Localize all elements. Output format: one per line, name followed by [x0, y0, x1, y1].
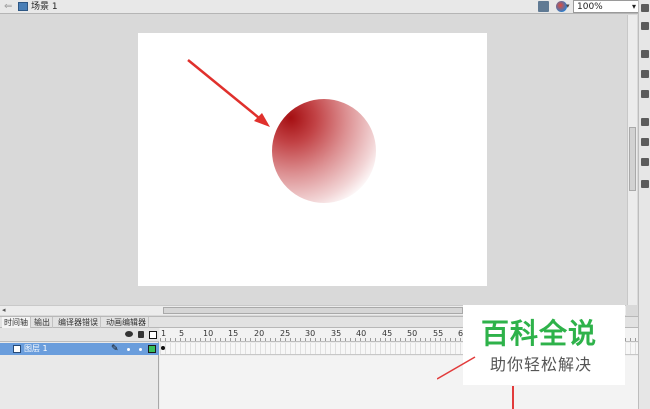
scene-icon [18, 2, 28, 11]
tab-timeline[interactable]: 时间轴 [2, 317, 31, 328]
layer-icon [13, 345, 21, 353]
edit-bar: ⇐ 场景 1 ▾ 100% ▾ [0, 0, 650, 14]
tool-icon[interactable] [641, 90, 649, 98]
tool-icon[interactable] [641, 50, 649, 58]
stage-canvas[interactable] [138, 33, 487, 286]
tool-icon[interactable] [641, 138, 649, 146]
frame-number: 50 [407, 329, 418, 338]
back-arrow-icon[interactable]: ⇐ [4, 1, 12, 12]
tool-icon[interactable] [641, 70, 649, 78]
layer-list: 图层 1 ✎ [0, 328, 159, 409]
tool-icon[interactable] [641, 22, 649, 30]
pointer-arrow [187, 59, 265, 123]
frame-number: 55 [433, 329, 444, 338]
tab-output[interactable]: 输出 [32, 317, 53, 328]
frame-number: 10 [203, 329, 214, 338]
edit-scene-icon[interactable] [538, 1, 549, 12]
scroll-left-icon[interactable]: ◂ [2, 306, 6, 315]
stage-artwork [187, 59, 376, 203]
tool-icon[interactable] [641, 4, 649, 12]
watermark-title: 百科全说 [481, 317, 598, 350]
zoom-select[interactable]: 100% ▾ [573, 0, 639, 13]
decorative-red-line [512, 386, 514, 409]
gradient-circle [272, 99, 376, 203]
tool-icon[interactable] [641, 158, 649, 166]
watermark-subtitle: 助你轻松解决 [490, 355, 593, 374]
vertical-scrollbar[interactable] [627, 15, 637, 305]
frame-number: 45 [382, 329, 393, 338]
tab-compiler-errors[interactable]: 编译器错误 [56, 317, 101, 328]
layer-header [0, 328, 159, 342]
layer-row[interactable]: 图层 1 ✎ [0, 343, 159, 355]
lock-icon[interactable] [138, 331, 144, 338]
tool-icon[interactable] [641, 180, 649, 188]
frame-number: 1 [161, 329, 167, 338]
outline-color-icon[interactable] [148, 345, 156, 353]
watermark: 百科全说 助你轻松解决 [463, 305, 625, 385]
frame-number: 15 [228, 329, 239, 338]
visibility-dot[interactable] [127, 348, 130, 351]
lock-dot[interactable] [139, 348, 142, 351]
layer-name[interactable]: 图层 1 [24, 343, 48, 355]
frame-number: 35 [331, 329, 342, 338]
chevron-down-icon[interactable]: ▾ [566, 2, 570, 10]
frame-number: 40 [356, 329, 367, 338]
frame-number: 20 [254, 329, 265, 338]
frame-number: 25 [280, 329, 291, 338]
pencil-icon: ✎ [111, 344, 119, 354]
keyframe-dot[interactable] [161, 346, 165, 350]
zoom-value: 100% [577, 2, 603, 12]
scrollbar-thumb[interactable] [163, 307, 463, 314]
chevron-down-icon: ▾ [631, 2, 636, 11]
tool-icon[interactable] [641, 118, 649, 126]
decorative-red-line [437, 356, 476, 380]
right-toolbar [638, 0, 650, 409]
scene-label[interactable]: 场景 1 [31, 1, 58, 13]
outline-icon[interactable] [149, 331, 157, 339]
frame-number: 5 [179, 329, 185, 338]
frame-number: 30 [305, 329, 316, 338]
tab-motion-editor[interactable]: 动画编辑器 [104, 317, 149, 328]
eye-icon[interactable] [125, 331, 133, 337]
scrollbar-thumb[interactable] [629, 127, 636, 191]
